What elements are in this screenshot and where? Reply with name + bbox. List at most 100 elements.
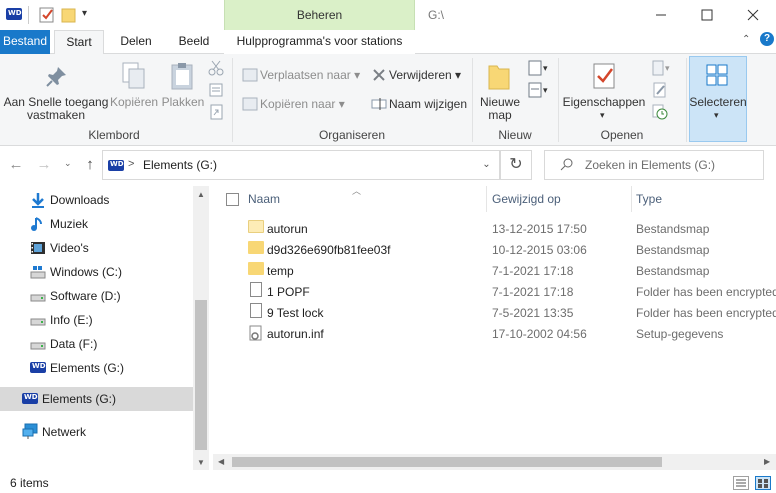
select-dropdown-icon: ▾ [714, 110, 719, 120]
file-type: Setup-gegevens [636, 327, 724, 341]
file-row[interactable]: 9 Test lock 7-5-2021 13:35 Folder has be… [220, 302, 776, 323]
scroll-left-icon[interactable]: ◀ [218, 457, 224, 466]
maximize-button[interactable] [684, 0, 730, 30]
ribbon-separator [558, 58, 559, 142]
rename-button[interactable]: Naam wijzigen [389, 98, 467, 111]
tab-drive-tools[interactable]: Hulpprogramma's voor stations [224, 30, 415, 54]
folder-icon [248, 220, 264, 233]
collapse-ribbon-icon[interactable]: ⌃ [742, 34, 750, 45]
nav-item-downloads[interactable]: Downloads [0, 188, 193, 212]
column-divider[interactable] [631, 186, 632, 212]
tab-home[interactable]: Start [54, 30, 104, 55]
nav-item-music[interactable]: Muziek [0, 212, 193, 236]
file-row[interactable]: autorun 13-12-2015 17:50 Bestandsmap [220, 218, 776, 239]
select-all-checkbox[interactable] [226, 193, 239, 206]
copy-to-label: Kopiëren naar [260, 97, 336, 111]
cut-icon[interactable] [208, 60, 224, 76]
tab-view[interactable]: Beeld [166, 30, 222, 54]
file-name: temp [267, 264, 294, 278]
minimize-button[interactable] [638, 0, 684, 30]
file-modified: 17-10-2002 04:56 [492, 327, 587, 341]
download-icon [32, 193, 44, 208]
file-row[interactable]: d9d326e690fb81fee03f 10-12-2015 03:06 Be… [220, 239, 776, 260]
nav-item-label: Windows (C:) [50, 265, 123, 279]
copy-path-icon[interactable] [208, 82, 224, 98]
wd-drive-icon: WD [108, 160, 124, 171]
nav-item-drive-d[interactable]: Software (D:) [0, 284, 193, 308]
video-icon [31, 242, 45, 254]
nav-item-drive-g-selected[interactable]: WD Elements (G:) [0, 387, 193, 411]
nav-item-drive-c[interactable]: Windows (C:) [0, 260, 193, 284]
properties-quick-icon[interactable] [38, 6, 56, 24]
nav-item-drive-e[interactable]: Info (E:) [0, 308, 193, 332]
details-view-icon[interactable] [733, 476, 749, 490]
file-row[interactable]: 1 POPF 7-1-2021 17:18 Folder has been en… [220, 281, 776, 302]
customize-quick-access-icon[interactable]: ▾ [82, 8, 87, 19]
refresh-button[interactable]: ↻ [500, 150, 532, 180]
delete-button[interactable]: Verwijderen ▾ [389, 69, 461, 82]
new-item-icon[interactable]: ▾ [528, 60, 550, 76]
rename-icon [371, 97, 387, 111]
group-label-organize: Organiseren [318, 128, 386, 142]
drive-icon [30, 342, 46, 350]
search-input[interactable]: Zoeken in Elements (G:) [585, 158, 715, 172]
window-title: G:\ [428, 8, 445, 22]
move-to-button[interactable]: Verplaatsen naar ▾ [260, 69, 360, 82]
copy-to-button[interactable]: Kopiëren naar ▾ [260, 98, 345, 111]
recent-locations-icon[interactable]: ⌄ [64, 158, 72, 169]
forward-button[interactable]: → [34, 156, 54, 174]
nav-item-label: Software (D:) [50, 289, 121, 303]
horizontal-scrollbar-thumb[interactable] [232, 457, 662, 467]
edit-icon[interactable] [652, 82, 668, 98]
close-button[interactable] [730, 0, 776, 30]
back-button[interactable]: ← [6, 156, 26, 174]
address-location[interactable]: Elements (G:) [143, 158, 217, 172]
minimize-icon [656, 14, 666, 16]
move-to-icon [242, 68, 258, 82]
easy-access-icon[interactable]: ▾ [528, 82, 550, 98]
scroll-right-icon[interactable]: ▶ [764, 457, 770, 466]
nav-item-network[interactable]: Netwerk [0, 420, 193, 444]
properties-dropdown-icon[interactable]: ▾ [600, 110, 605, 121]
open-icon[interactable]: ▾ [652, 60, 672, 76]
column-header-type[interactable]: Type [636, 192, 662, 206]
sort-ascending-icon: ︿ [352, 186, 362, 196]
nav-item-label: Data (F:) [50, 337, 98, 351]
item-count: 6 items [10, 476, 49, 490]
large-icons-view-icon[interactable] [755, 476, 771, 490]
file-row[interactable]: autorun.inf 17-10-2002 04:56 Setup-gegev… [220, 323, 776, 344]
properties-button[interactable]: Eigenschappen [562, 96, 646, 109]
tab-file[interactable]: Bestand [0, 30, 50, 54]
nav-item-drive-g[interactable]: WD Elements (G:) [0, 356, 193, 380]
nav-item-drive-f[interactable]: Data (F:) [0, 332, 193, 356]
help-icon[interactable]: ? [760, 32, 774, 46]
history-icon[interactable] [652, 104, 668, 120]
wd-drive-icon: WD [6, 8, 22, 20]
nav-item-videos[interactable]: Video's [0, 236, 193, 260]
address-dropdown-icon[interactable]: ⌄ [474, 150, 500, 180]
up-button[interactable]: ↑ [80, 156, 100, 174]
nav-item-label: Netwerk [42, 425, 87, 439]
drive-icon [30, 294, 46, 302]
tab-share[interactable]: Delen [108, 30, 164, 54]
column-header-name[interactable]: Naam [248, 192, 280, 206]
scroll-down-icon[interactable]: ▼ [197, 458, 205, 467]
scroll-up-icon[interactable]: ▲ [197, 190, 205, 199]
breadcrumb-separator[interactable]: > [128, 158, 134, 170]
wd-drive-icon: WD [22, 393, 38, 404]
new-folder-button[interactable]: Nieuwe map [478, 96, 522, 122]
file-row[interactable]: temp 7-1-2021 17:18 Bestandsmap [220, 260, 776, 281]
new-folder-quick-icon[interactable] [60, 6, 78, 24]
copy-button[interactable]: Kopiëren [110, 96, 158, 109]
column-divider[interactable] [486, 186, 487, 212]
file-name: autorun [267, 222, 308, 236]
nav-scrollbar-thumb[interactable] [195, 300, 207, 450]
file-modified: 7-1-2021 17:18 [492, 285, 574, 299]
windows-drive-icon [30, 266, 46, 279]
pin-to-quick-access-button[interactable]: Aan Snelle toegang vastmaken [2, 96, 110, 122]
paste-button[interactable]: Plakken [160, 96, 206, 109]
svg-text:▾: ▾ [665, 64, 670, 74]
paste-shortcut-icon[interactable] [208, 104, 224, 120]
column-header-modified[interactable]: Gewijzigd op [492, 192, 561, 206]
search-icon [560, 157, 574, 171]
